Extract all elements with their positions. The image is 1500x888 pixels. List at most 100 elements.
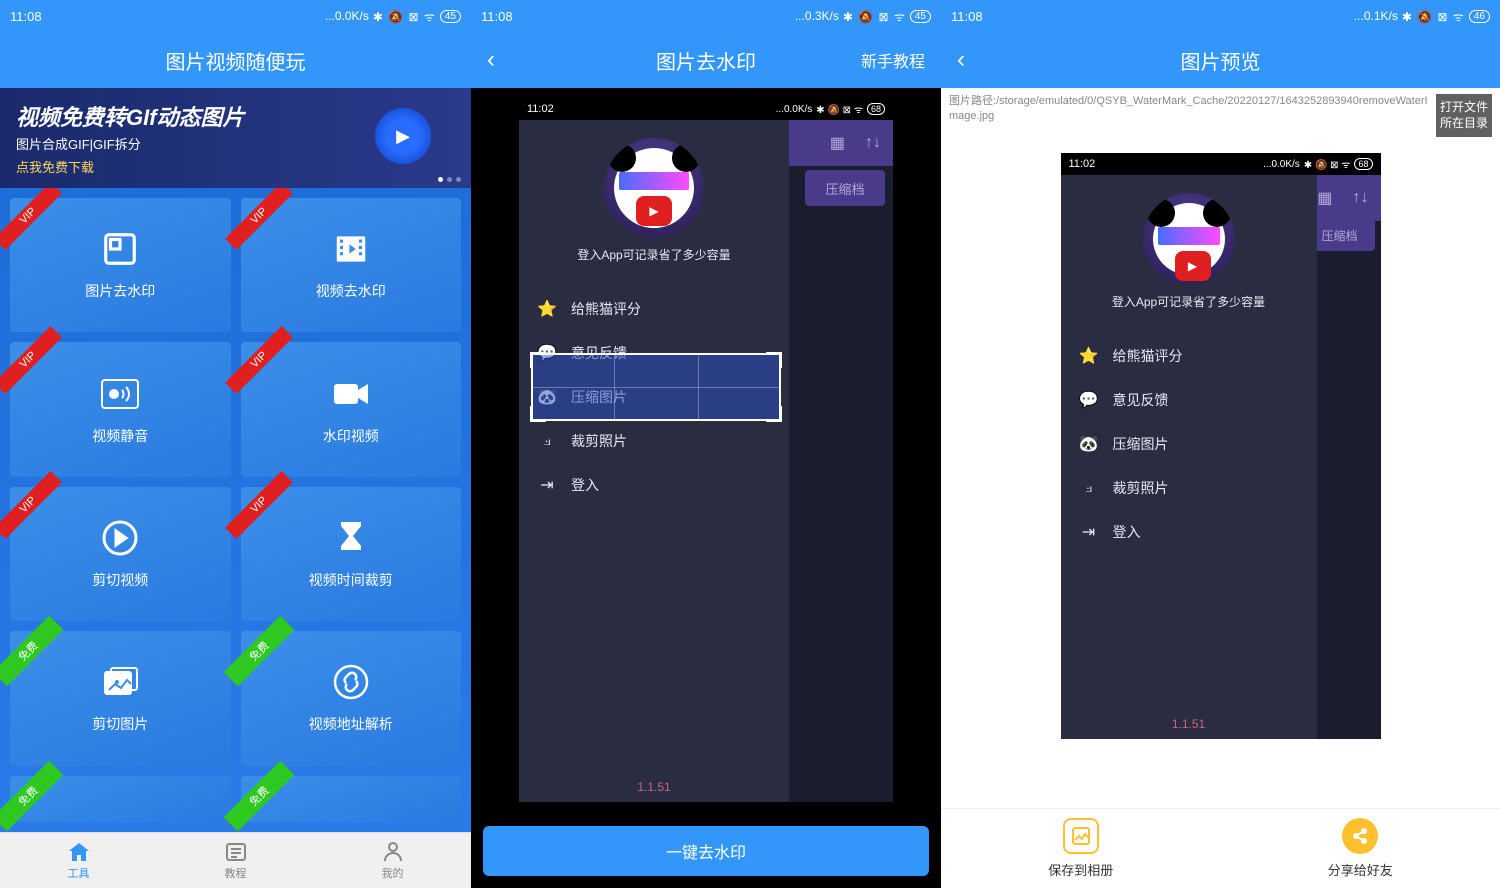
tile-time-crop[interactable]: VIP 视频时间裁剪 [241, 487, 462, 621]
share-button[interactable]: 分享给好友 [1221, 809, 1500, 888]
inner-battery: 68 [867, 103, 885, 115]
remove-watermark-button[interactable]: 一键去水印 [483, 826, 929, 876]
panda-avatar: ▶ [604, 138, 704, 238]
tutorial-link[interactable]: 新手教程 [861, 48, 925, 72]
status-bar: 11:08 ...0.0K/s ✱ 🔕 ⊠ ᯤ 45 [0, 0, 471, 32]
link-icon [331, 662, 371, 702]
list-icon [224, 841, 248, 863]
crop-icon: ⟓ [537, 431, 557, 451]
editor-body: 11:02 ...0.0K/s ✱ 🔕 ⊠ ᯤ 68 ▦ ↑↓ 压缩档 ▶ [471, 88, 941, 818]
vip-badge: VIP [225, 188, 293, 250]
menu-login: ⇥登入 [519, 463, 789, 507]
tile-cut-image[interactable]: 免费 剪切图片 [10, 631, 231, 765]
tile-label: 剪切视频 [92, 570, 148, 590]
vip-badge: VIP [0, 326, 62, 394]
login-icon: ⇥ [1079, 522, 1099, 542]
preview-body: 图片路径:/storage/emulated/0/QSYB_WaterMark_… [941, 88, 1500, 808]
vip-badge: VIP [0, 471, 62, 539]
gallery-icon [1063, 818, 1099, 854]
menu-login: ⇥登入 [1061, 510, 1317, 554]
crop-selection[interactable] [531, 353, 781, 421]
screen-preview: 11:08 ...0.1K/s ✱ 🔕 ⊠ ᯤ 46 ‹ 图片预览 图片路径:/… [941, 0, 1500, 888]
film-icon [331, 229, 371, 269]
loaded-image[interactable]: 11:02 ...0.0K/s ✱ 🔕 ⊠ ᯤ 68 ▦ ↑↓ 压缩档 ▶ [519, 98, 893, 802]
panda-avatar: ▶ [1143, 193, 1235, 285]
tile-cut-video[interactable]: VIP 剪切视频 [10, 487, 231, 621]
carousel-dots[interactable] [438, 177, 461, 182]
free-badge: 免费 [0, 616, 63, 687]
star-icon: ⭐ [537, 299, 557, 319]
crop-handle-tl[interactable] [530, 352, 546, 368]
vip-badge: VIP [225, 326, 293, 394]
tile-url-parse[interactable]: 免费 视频地址解析 [241, 631, 462, 765]
panda-icon: 🐼 [1079, 434, 1099, 454]
screen-remove-watermark: 11:08 ...0.3K/s ✱ 🔕 ⊠ ᯤ 45 ‹ 图片去水印 新手教程 … [471, 0, 941, 888]
free-badge: 免费 [223, 760, 294, 831]
inner-speed: ...0.0K/s [1263, 159, 1300, 170]
app-header: 图片视频随便玩 [0, 32, 471, 88]
status-icons: ✱ 🔕 ⊠ ᯤ [1402, 8, 1465, 25]
inner-icons: ✱ 🔕 ⊠ ᯤ [816, 102, 863, 116]
action-label: 分享给好友 [1328, 860, 1393, 879]
menu-rate: ⭐给熊猫评分 [1061, 334, 1317, 378]
status-time: 11:08 [10, 9, 42, 24]
compress-button: 压缩档 [805, 170, 885, 206]
header-title: 图片预览 [1181, 46, 1261, 75]
tile-partial-9[interactable]: 免费 [10, 776, 231, 822]
version-label: 1.1.51 [519, 780, 789, 794]
drawer-menu: ▶ 登入App可记录省了多少容量 ⭐给熊猫评分 💬意见反馈 🐼压缩图片 ⟓裁剪照… [519, 120, 789, 802]
inner-icons: ✱ 🔕 ⊠ ᯤ [1304, 157, 1351, 171]
inner-status-bar: 11:02 ...0.0K/s ✱ 🔕 ⊠ ᯤ 68 [1061, 153, 1381, 175]
bottom-actions: 保存到相册 分享给好友 [941, 808, 1500, 888]
result-image[interactable]: 11:02 ...0.0K/s ✱ 🔕 ⊠ ᯤ 68 ▦ ↑↓ 压缩档 [1061, 153, 1381, 739]
tile-label: 剪切图片 [92, 714, 148, 734]
status-battery: 45 [440, 10, 461, 23]
tile-label: 视频静音 [92, 426, 148, 446]
status-icons: ✱ 🔕 ⊠ ᯤ [373, 8, 436, 25]
tile-image-watermark[interactable]: VIP 图片去水印 [10, 198, 231, 332]
tile-video-watermark[interactable]: VIP 视频去水印 [241, 198, 462, 332]
back-button[interactable]: ‹ [957, 46, 965, 74]
status-icons: ✱ 🔕 ⊠ ᯤ [843, 8, 906, 25]
drawer-caption: 登入App可记录省了多少容量 [577, 246, 730, 263]
save-to-album-button[interactable]: 保存到相册 [941, 809, 1221, 888]
sort-icon: ↑↓ [1353, 189, 1369, 207]
free-badge: 免费 [223, 616, 294, 687]
vip-badge: VIP [225, 471, 293, 539]
drawer-caption: 登入App可记录省了多少容量 [1112, 293, 1265, 310]
version-label: 1.1.51 [1061, 717, 1317, 731]
menu-crop: ⟓裁剪照片 [1061, 466, 1317, 510]
tile-watermark-video[interactable]: VIP 水印视频 [241, 342, 462, 476]
grid-icon: ▦ [830, 133, 845, 153]
nav-tools[interactable]: 工具 [0, 833, 157, 888]
tile-label: 视频地址解析 [309, 714, 393, 734]
tile-partial-10[interactable]: 免费 [241, 776, 462, 822]
inner-time: 11:02 [1069, 158, 1096, 170]
nav-mine[interactable]: 我的 [314, 833, 471, 888]
status-bar: 11:08 ...0.3K/s ✱ 🔕 ⊠ ᯤ 45 [471, 0, 941, 32]
sort-icon: ↑↓ [865, 134, 881, 152]
free-badge: 免费 [0, 760, 63, 831]
sound-icon [100, 374, 140, 414]
inner-speed: ...0.0K/s [776, 104, 813, 115]
header-title: 图片视频随便玩 [166, 46, 306, 75]
status-battery: 45 [910, 10, 931, 23]
tile-video-mute[interactable]: VIP 视频静音 [10, 342, 231, 476]
nav-label: 工具 [68, 865, 90, 881]
status-bar: 11:08 ...0.1K/s ✱ 🔕 ⊠ ᯤ 46 [941, 0, 1500, 32]
promo-banner[interactable]: 视频免费转GIf动态图片 图片合成GIF|GIF拆分 点我免费下载 [0, 88, 471, 188]
play-circle-icon [100, 518, 140, 558]
share-icon [1342, 818, 1378, 854]
open-directory-button[interactable]: 打开文件所在目录 [1436, 94, 1492, 137]
file-path: 图片路径:/storage/emulated/0/QSYB_WaterMark_… [949, 94, 1428, 125]
crop-handle-br[interactable] [766, 406, 782, 422]
status-speed: ...0.0K/s [325, 9, 369, 23]
vip-badge: VIP [0, 188, 62, 250]
action-label: 保存到相册 [1048, 860, 1113, 879]
screen-tools: 11:08 ...0.0K/s ✱ 🔕 ⊠ ᯤ 45 图片视频随便玩 视频免费转… [0, 0, 471, 888]
status-time: 11:08 [951, 9, 983, 24]
crop-handle-tr[interactable] [766, 352, 782, 368]
nav-tutorial[interactable]: 教程 [157, 833, 314, 888]
back-button[interactable]: ‹ [487, 46, 495, 74]
crop-handle-bl[interactable] [530, 406, 546, 422]
